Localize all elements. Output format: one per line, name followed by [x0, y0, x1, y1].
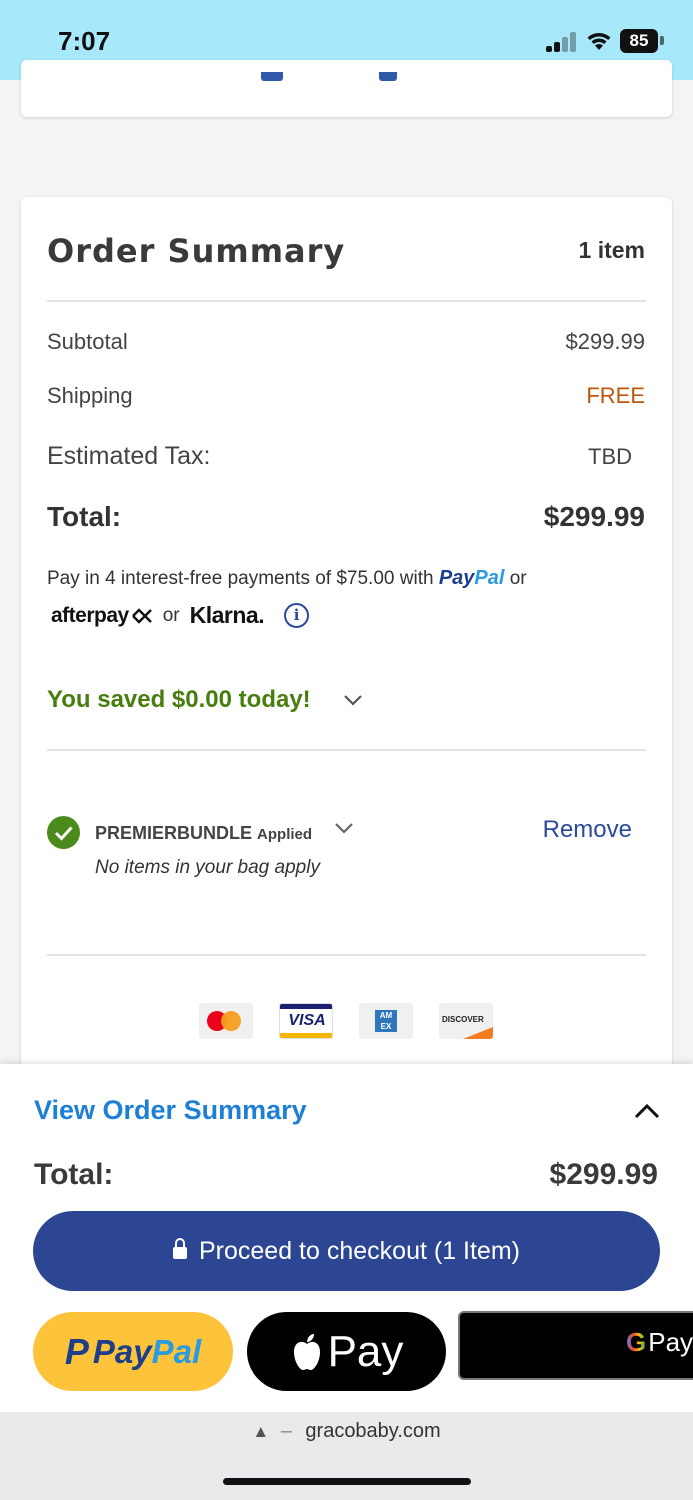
sticky-checkout-footer: View Order Summary Total: $299.99 Procee…	[0, 1064, 693, 1412]
paypal-icon: P	[64, 1330, 89, 1372]
visa-icon: VISA	[279, 1003, 333, 1039]
promo-status: Applied	[257, 826, 313, 843]
wifi-icon	[587, 33, 611, 50]
url-dash: –	[280, 1420, 292, 1442]
installment-or: or	[509, 568, 527, 589]
divider	[47, 300, 646, 302]
paypal-logo: PayPal	[438, 567, 505, 589]
apple-icon	[293, 1333, 320, 1370]
afterpay-logo: afterpay	[51, 604, 153, 628]
discover-icon: DISCOVER	[439, 1003, 493, 1039]
bnpl-row: afterpay or Klarna. i	[51, 602, 310, 629]
amex-icon: AM EX	[359, 1003, 413, 1039]
card-fragment	[379, 72, 397, 81]
klarna-or: or	[162, 604, 180, 626]
mastercard-icon	[199, 1003, 253, 1039]
status-time: 7:07	[58, 26, 111, 56]
info-icon[interactable]: i	[284, 603, 310, 628]
card-fragment	[261, 72, 283, 81]
total-value: $299.99	[543, 501, 645, 532]
view-order-summary-link[interactable]: View Order Summary	[34, 1095, 307, 1126]
accepted-cards: VISA AM EX DISCOVER	[199, 1003, 493, 1039]
savings-message[interactable]: You saved $0.00 today!	[47, 686, 311, 714]
shipping-label: Shipping	[47, 383, 133, 408]
lock-icon	[173, 1238, 187, 1262]
google-pay-button[interactable]: G Pay	[458, 1311, 693, 1380]
item-count: 1 item	[578, 237, 645, 263]
installment-text: Pay in 4 interest-free payments of $75.0…	[47, 568, 434, 589]
checkmark-icon	[47, 816, 80, 849]
apple-pay-label: Pay	[327, 1326, 404, 1376]
chevron-down-icon[interactable]	[343, 693, 363, 707]
paypal-button[interactable]: P Pay Pal	[33, 1312, 233, 1391]
tax-value: TBD	[588, 444, 632, 469]
order-summary-card: Order Summary 1 item Subtotal $299.99 Sh…	[21, 197, 672, 1097]
shipping-value: FREE	[586, 383, 645, 408]
apple-pay-button[interactable]: Pay	[247, 1312, 446, 1391]
footer-total-label: Total:	[34, 1158, 114, 1191]
browser-url-bar[interactable]: ▲ – gracobaby.com	[0, 1412, 693, 1500]
footer-total-value: $299.99	[549, 1158, 658, 1191]
url-domain: gracobaby.com	[305, 1420, 441, 1442]
total-label: Total:	[47, 501, 122, 532]
cellular-signal-icon	[546, 32, 578, 52]
google-pay-label: Pay	[648, 1327, 693, 1357]
proceed-to-checkout-button[interactable]: Proceed to checkout (1 Item)	[33, 1211, 660, 1291]
battery-icon: 85	[620, 29, 658, 53]
divider	[47, 749, 646, 751]
home-indicator[interactable]	[223, 1478, 471, 1485]
url-display[interactable]: ▲ – gracobaby.com	[0, 1420, 693, 1443]
promo-code: PREMIERBUNDLE Applied	[95, 823, 313, 843]
subtotal-label: Subtotal	[47, 329, 128, 354]
google-g-icon: G	[626, 1327, 647, 1357]
divider	[47, 954, 646, 956]
chevron-up-icon[interactable]	[633, 1102, 661, 1120]
previous-card	[21, 60, 672, 117]
remove-promo-link[interactable]: Remove	[543, 816, 632, 844]
subtotal-value: $299.99	[565, 329, 645, 354]
installment-message: Pay in 4 interest-free payments of $75.0…	[47, 567, 527, 590]
tax-label: Estimated Tax:	[47, 442, 211, 470]
order-summary-title: Order Summary	[47, 232, 346, 270]
chevron-down-icon[interactable]	[334, 821, 354, 835]
promo-note: No items in your bag apply	[95, 857, 320, 878]
battery-tip	[660, 36, 664, 45]
checkout-label: Proceed to checkout (1 Item)	[199, 1236, 520, 1265]
warning-icon: ▲	[252, 1422, 270, 1441]
klarna-logo: Klarna.	[189, 602, 265, 628]
